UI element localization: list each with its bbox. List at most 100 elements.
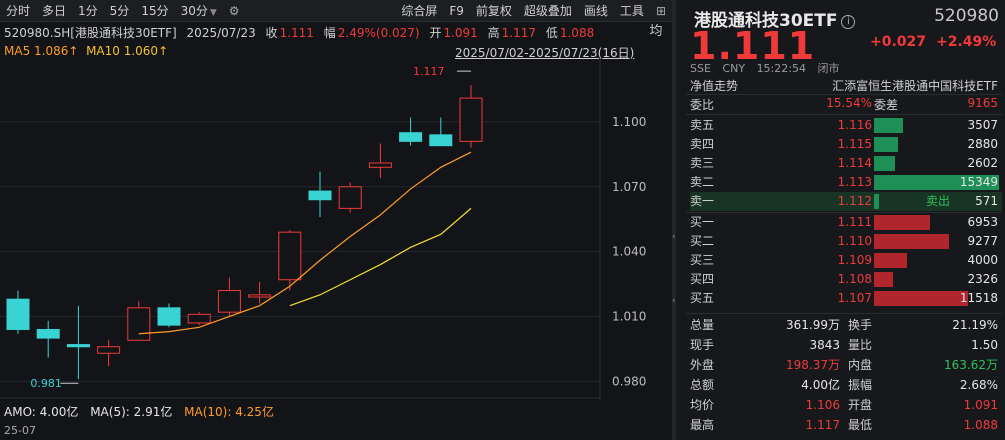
change-value: 2.49%(0.027) bbox=[337, 26, 420, 40]
candle-body bbox=[308, 190, 332, 201]
buy-level-1[interactable]: 买一 1.111 6953 bbox=[690, 213, 1002, 232]
stat-value: 2.68% bbox=[959, 378, 998, 392]
sell-level-4[interactable]: 卖二 1.113 15349 bbox=[690, 173, 1002, 192]
sell-level-1[interactable]: 卖五 1.116 3507 bbox=[690, 116, 1002, 135]
tab-overlay[interactable]: 超级叠加 bbox=[518, 0, 578, 22]
low-annotation: 0.981 bbox=[30, 377, 62, 390]
stat-value: 1.091 bbox=[963, 398, 998, 412]
sell-level-2[interactable]: 卖四 1.115 2880 bbox=[690, 135, 1002, 154]
candle-body bbox=[127, 307, 151, 341]
depth-bar bbox=[874, 291, 968, 306]
tab-1min[interactable]: 1分 bbox=[72, 0, 104, 22]
order-diff-value: 9165 bbox=[967, 96, 998, 110]
add-chart-icon[interactable]: ⊞ bbox=[650, 0, 672, 22]
candle-body bbox=[399, 132, 423, 142]
high-value: 1.117 bbox=[501, 26, 537, 40]
date-label: 2025/07/23 bbox=[186, 26, 256, 40]
stat-value: 1.117 bbox=[805, 418, 840, 432]
sell-level-5[interactable]: 卖一 1.112 571 卖出 bbox=[690, 192, 1002, 211]
close-label: 收 bbox=[265, 26, 278, 40]
candle-body bbox=[248, 294, 272, 298]
fund-code: 520980 bbox=[934, 6, 999, 26]
stats-row: 最高 1.117 最低 1.088 bbox=[690, 416, 1002, 435]
level-price: 1.112 bbox=[837, 194, 872, 208]
level-price: 1.116 bbox=[837, 118, 872, 132]
depth-bar bbox=[874, 156, 896, 171]
tab-30min[interactable]: 30分 ▼ bbox=[175, 0, 223, 22]
stat-value: 3843 bbox=[809, 338, 840, 352]
depth-bar bbox=[874, 118, 903, 133]
level-label: 卖五 bbox=[690, 118, 715, 132]
level-volume: 11518 bbox=[959, 291, 998, 305]
stat-label: 外盘 bbox=[690, 358, 715, 372]
candle-body bbox=[368, 162, 392, 168]
open-label: 开 bbox=[429, 26, 442, 40]
close-value: 1.111 bbox=[279, 26, 314, 40]
settings-icon[interactable]: ⚙ bbox=[223, 0, 246, 22]
amo-ma10: MA(10): 4.25亿 bbox=[184, 405, 274, 419]
tab-adjust[interactable]: 前复权 bbox=[470, 0, 518, 22]
stats-row: 现手 3843 量比 1.50 bbox=[690, 336, 1002, 355]
depth-bar bbox=[874, 234, 949, 249]
order-ratio-row: 委比 15.54% 委差 9165 bbox=[690, 96, 1002, 114]
amo-ma5: MA(5): 2.91亿 bbox=[90, 405, 173, 419]
y-tick-label: 0.980 bbox=[612, 374, 646, 388]
buy-level-3[interactable]: 买三 1.109 4000 bbox=[690, 251, 1002, 270]
amount-legend: AMO: 4.00亿 MA(5): 2.91亿 MA(10): 4.25亿 bbox=[4, 403, 282, 420]
level-volume: 15349 bbox=[959, 175, 998, 189]
tab-draw[interactable]: 画线 bbox=[578, 0, 614, 22]
candle-body bbox=[157, 307, 181, 326]
tab-composite[interactable]: 综合屏 bbox=[395, 0, 443, 22]
period-toolbar: 分时 多日 1分 5分 15分 30分 ▼ ⚙ 综合屏 F9 前复权 超级叠加 画… bbox=[0, 0, 672, 22]
level-price: 1.113 bbox=[837, 175, 872, 189]
tab-tools[interactable]: 工具 bbox=[614, 0, 650, 22]
ma5-legend: MA5 1.086↑ bbox=[4, 44, 79, 58]
nav-row[interactable]: 净值走势 汇添富恒生港股通中国科技ETF bbox=[690, 77, 1002, 95]
info-icon[interactable]: i bbox=[841, 15, 856, 29]
level-label: 卖四 bbox=[690, 137, 715, 151]
buy-level-4[interactable]: 买四 1.108 2326 bbox=[690, 270, 1002, 289]
level-volume: 2326 bbox=[967, 272, 998, 286]
tab-15min[interactable]: 15分 bbox=[135, 0, 174, 22]
stat-label: 总量 bbox=[690, 318, 715, 332]
x-axis-label: 25-07 bbox=[4, 424, 36, 437]
level-volume: 4000 bbox=[967, 253, 998, 267]
change-abs: +0.027 bbox=[870, 34, 927, 50]
corner-toggle[interactable]: 均 bbox=[640, 22, 672, 42]
price-change: +0.027 +2.49% bbox=[870, 34, 1005, 50]
stat-label: 换手 bbox=[848, 318, 873, 332]
level-price: 1.115 bbox=[837, 137, 872, 151]
low-value: 1.088 bbox=[559, 26, 595, 40]
buy-level-5[interactable]: 买五 1.107 11518 bbox=[690, 289, 1002, 308]
level-label: 卖三 bbox=[690, 156, 715, 170]
tab-multiday[interactable]: 多日 bbox=[36, 0, 72, 22]
level-label: 卖二 bbox=[690, 175, 715, 189]
date-range-link[interactable]: 2025/07/02-2025/07/23(16日) bbox=[455, 44, 634, 61]
change-label: 幅 bbox=[323, 26, 336, 40]
tab-f9[interactable]: F9 bbox=[443, 0, 470, 22]
level-price: 1.111 bbox=[837, 215, 872, 229]
nav-trend-link[interactable]: 净值走势 bbox=[690, 79, 738, 93]
tab-intraday[interactable]: 分时 bbox=[0, 0, 36, 22]
stat-label: 均价 bbox=[690, 398, 715, 412]
level-volume: 9277 bbox=[967, 234, 998, 248]
open-value: 1.091 bbox=[443, 26, 478, 40]
ma-legend: MA5 1.086↑ MA10 1.060↑ bbox=[4, 44, 168, 58]
level-label: 买五 bbox=[690, 291, 715, 305]
stat-value: 1.50 bbox=[971, 338, 998, 352]
candlestick-chart[interactable]: 1.100 1.070 1.040 1.010 0.980 1.117 0.981 bbox=[0, 60, 672, 400]
stat-value: 1.088 bbox=[963, 418, 998, 432]
depth-bar bbox=[874, 215, 931, 230]
level-volume: 6953 bbox=[967, 215, 998, 229]
stat-label: 现手 bbox=[690, 338, 715, 352]
tab-30min-label: 30分 bbox=[180, 3, 208, 18]
sell-level-3[interactable]: 卖三 1.114 2602 bbox=[690, 154, 1002, 173]
stats-row: 总量 361.99万 换手 21.19% bbox=[690, 316, 1002, 335]
tab-5min[interactable]: 5分 bbox=[104, 0, 136, 22]
level-price: 1.114 bbox=[837, 156, 872, 170]
stat-value: 4.00亿 bbox=[801, 378, 840, 392]
candle-body bbox=[429, 134, 453, 147]
divider bbox=[686, 94, 1002, 95]
y-tick-label: 1.100 bbox=[612, 115, 646, 129]
buy-level-2[interactable]: 买二 1.110 9277 bbox=[690, 232, 1002, 251]
